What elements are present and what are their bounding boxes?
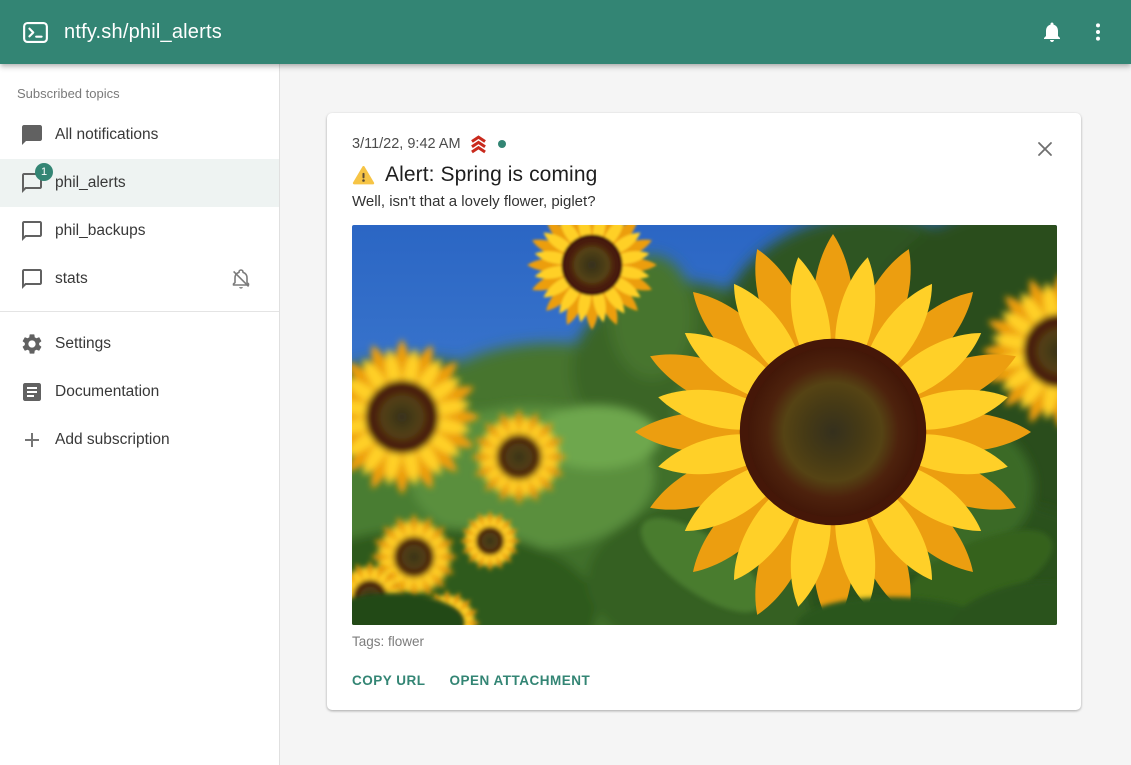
chat-bubble-outline-icon bbox=[20, 267, 44, 291]
copy-url-button[interactable]: COPY URL bbox=[352, 665, 436, 696]
chat-bubble-filled-icon bbox=[20, 123, 44, 147]
plus-icon bbox=[20, 428, 44, 452]
notification-title-row: Alert: Spring is coming bbox=[352, 163, 1057, 187]
priority-max-icon bbox=[468, 134, 489, 155]
unread-dot bbox=[498, 140, 506, 148]
topic-label: All notifications bbox=[55, 126, 158, 144]
open-attachment-button[interactable]: OPEN ATTACHMENT bbox=[450, 665, 601, 696]
warning-icon bbox=[352, 164, 375, 187]
topic-label: stats bbox=[55, 270, 88, 288]
action-label: Documentation bbox=[55, 383, 159, 401]
sidebar-divider bbox=[0, 311, 279, 312]
sidebar-item-documentation[interactable]: Documentation bbox=[0, 368, 279, 416]
sidebar-item-phil-alerts[interactable]: 1 phil_alerts bbox=[0, 159, 279, 207]
sidebar-item-all-notifications[interactable]: All notifications bbox=[0, 111, 279, 159]
chat-bubble-outline-icon: 1 bbox=[20, 171, 44, 195]
overflow-menu-button[interactable] bbox=[1075, 9, 1121, 55]
subscribed-topics-caption: Subscribed topics bbox=[0, 64, 279, 111]
page-title: ntfy.sh/phil_alerts bbox=[64, 21, 222, 44]
unread-count-badge: 1 bbox=[35, 163, 53, 181]
topic-label: phil_alerts bbox=[55, 174, 126, 192]
notifications-bell-button[interactable] bbox=[1029, 9, 1075, 55]
topic-label: phil_backups bbox=[55, 222, 145, 240]
sidebar-item-settings[interactable]: Settings bbox=[0, 320, 279, 368]
sidebar-item-phil-backups[interactable]: phil_backups bbox=[0, 207, 279, 255]
notification-title: Alert: Spring is coming bbox=[385, 163, 597, 187]
gear-icon bbox=[20, 332, 44, 356]
close-notification-button[interactable] bbox=[1031, 135, 1059, 163]
notification-actions: COPY URL OPEN ATTACHMENT bbox=[352, 665, 1057, 696]
notification-header: 3/11/22, 9:42 AM bbox=[352, 134, 1057, 154]
sidebar-item-stats[interactable]: stats bbox=[0, 255, 279, 303]
timestamp: 3/11/22, 9:42 AM bbox=[352, 136, 461, 152]
notification-body: Well, isn't that a lovely flower, piglet… bbox=[352, 193, 1057, 210]
sidebar: Subscribed topics All notifications 1 ph… bbox=[0, 64, 280, 765]
ntfy-terminal-logo-icon bbox=[22, 19, 49, 46]
notifications-muted-icon bbox=[229, 267, 253, 291]
chat-bubble-outline-icon bbox=[20, 219, 44, 243]
tags-line: Tags: flower bbox=[352, 634, 1057, 649]
action-label: Add subscription bbox=[55, 431, 170, 449]
action-label: Settings bbox=[55, 335, 111, 353]
article-icon bbox=[20, 380, 44, 404]
notification-card: 3/11/22, 9:42 AM bbox=[327, 113, 1081, 710]
app-bar: ntfy.sh/phil_alerts bbox=[0, 0, 1131, 64]
attachment-image[interactable] bbox=[352, 225, 1057, 625]
main-area: 3/11/22, 9:42 AM bbox=[280, 64, 1131, 765]
sidebar-item-add-subscription[interactable]: Add subscription bbox=[0, 416, 279, 464]
